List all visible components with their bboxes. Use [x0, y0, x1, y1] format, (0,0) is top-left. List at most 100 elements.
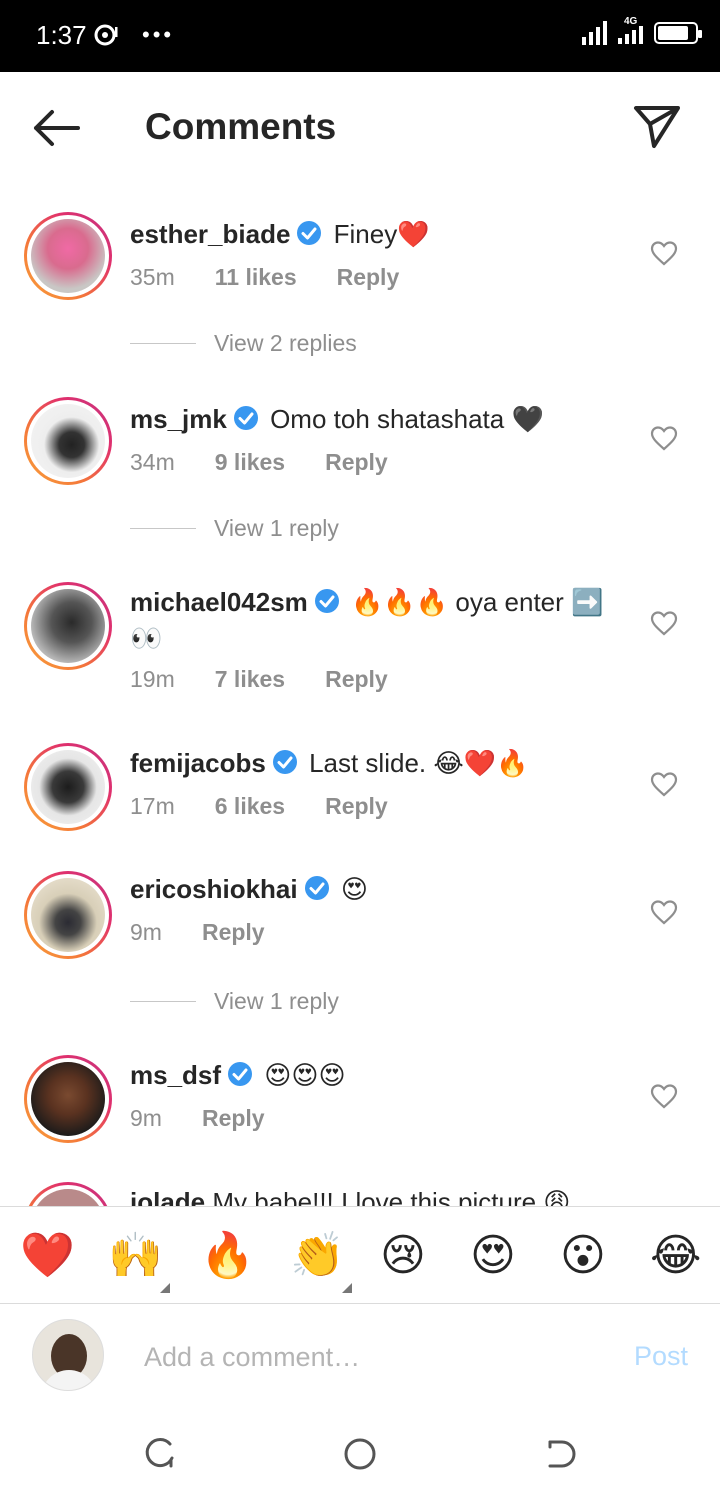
comment-body: My babe!!! I love this picture 😩	[212, 1187, 571, 1206]
emoji-heart-eyes[interactable]: 😍	[470, 1229, 516, 1283]
post-button[interactable]: Post	[634, 1341, 688, 1372]
comment-username[interactable]: michael042sm	[130, 587, 308, 617]
status-time: 1:37	[36, 20, 87, 50]
view-replies-label: View 1 reply	[214, 515, 339, 541]
avatar[interactable]	[24, 397, 112, 485]
replies-divider	[130, 1001, 196, 1002]
replies-divider	[130, 343, 196, 344]
emoji-clapping-hands[interactable]: 👏	[290, 1229, 345, 1283]
comment-username[interactable]: esther_biade	[130, 219, 290, 249]
verified-badge-icon	[233, 406, 258, 430]
comment-meta: 9m Reply	[130, 1105, 305, 1132]
comment-username[interactable]: femijacobs	[130, 748, 266, 778]
comment-likes[interactable]: 11 likes	[215, 264, 297, 291]
comment-username[interactable]: ms_dsf	[130, 1060, 221, 1090]
reply-button[interactable]: Reply	[325, 449, 388, 476]
comment-meta: 35m 11 likes Reply	[130, 264, 439, 291]
verified-badge-icon	[314, 589, 339, 613]
comment-time: 19m	[130, 666, 175, 692]
comment-text-line: ms_jmk Omo toh shatashata 🖤	[130, 401, 620, 437]
view-replies-button[interactable]: View 1 reply	[130, 515, 339, 542]
back-nav-icon[interactable]	[542, 1436, 578, 1472]
reply-button[interactable]: Reply	[202, 1105, 265, 1132]
avatar[interactable]	[24, 743, 112, 831]
verified-badge-icon	[297, 221, 322, 245]
view-replies-label: View 1 reply	[214, 988, 339, 1014]
notification-icon	[94, 24, 118, 46]
comment-time: 34m	[130, 449, 175, 475]
view-replies-button[interactable]: View 2 replies	[130, 330, 357, 357]
comment-username[interactable]: iolade	[130, 1187, 205, 1206]
like-heart-icon[interactable]	[650, 771, 678, 797]
comment-time: 9m	[130, 919, 162, 945]
comment-likes[interactable]: 6 likes	[215, 793, 285, 820]
view-replies-button[interactable]: View 1 reply	[130, 988, 339, 1015]
battery-icon	[654, 22, 702, 44]
comment-body: Finey❤️	[333, 219, 430, 249]
comment-input[interactable]	[144, 1335, 564, 1379]
comment-time: 9m	[130, 1105, 162, 1131]
comment-time: 35m	[130, 264, 175, 290]
recent-apps-icon[interactable]	[142, 1436, 178, 1472]
reply-button[interactable]: Reply	[337, 264, 400, 291]
quick-reaction-bar: ❤️ 🙌 🔥 👏 😢 😍 😮 😂	[0, 1206, 720, 1304]
like-heart-icon[interactable]	[650, 1083, 678, 1109]
avatar[interactable]	[24, 871, 112, 959]
verified-badge-icon	[304, 876, 329, 900]
system-nav-bar	[0, 1410, 720, 1500]
emoji-surprised[interactable]: 😮	[560, 1229, 606, 1283]
status-left-icons: •••	[92, 22, 174, 48]
comment-text-line: michael042sm 🔥🔥🔥 oya enter ➡️👀	[130, 584, 620, 656]
emoji-crying-face[interactable]: 😢	[380, 1229, 426, 1283]
comment-likes[interactable]: 9 likes	[215, 449, 285, 476]
status-right-icons: 4G	[582, 16, 702, 46]
emoji-fire[interactable]: 🔥	[200, 1229, 255, 1283]
emoji-tears-of-joy[interactable]: 😂	[650, 1229, 701, 1283]
avatar[interactable]	[24, 1055, 112, 1143]
signal-4g-icon: 4G	[618, 16, 644, 46]
page-title: Comments	[145, 106, 337, 147]
current-user-avatar	[32, 1319, 104, 1391]
comment-likes[interactable]: 7 likes	[215, 666, 285, 693]
skin-tone-caret-icon	[342, 1283, 352, 1293]
comment-text-line: esther_biade Finey❤️	[130, 216, 620, 252]
skin-tone-caret-icon	[160, 1283, 170, 1293]
like-heart-icon[interactable]	[650, 899, 678, 925]
comment-text-line: ms_dsf 😍😍😍	[130, 1057, 620, 1093]
comment-meta: 19m 7 likes Reply	[130, 666, 428, 693]
comment-time: 17m	[130, 793, 175, 819]
comment-meta: 17m 6 likes Reply	[130, 793, 428, 820]
like-heart-icon[interactable]	[650, 610, 678, 636]
home-icon[interactable]	[342, 1436, 378, 1472]
like-heart-icon[interactable]	[650, 240, 678, 266]
replies-divider	[130, 528, 196, 529]
share-button[interactable]	[632, 102, 682, 152]
avatar[interactable]	[24, 1182, 112, 1206]
comment-username[interactable]: ericoshiokhai	[130, 874, 298, 904]
comment-body: 😍😍😍	[264, 1060, 346, 1090]
comments-header: Comments	[0, 72, 720, 182]
comment-text-line: femijacobs Last slide. 😂❤️🔥	[130, 745, 620, 781]
comment-meta: 9m Reply	[130, 919, 305, 946]
comment-body: Omo toh shatashata 🖤	[270, 404, 544, 434]
signal-icon	[582, 21, 607, 45]
comment-username[interactable]: ms_jmk	[130, 404, 227, 434]
comment-meta: 34m 9 likes Reply	[130, 449, 428, 476]
comments-list[interactable]: esther_biade Finey❤️ 35m 11 likes Reply …	[0, 190, 720, 1206]
emoji-raising-hands[interactable]: 🙌	[108, 1229, 163, 1283]
reply-button[interactable]: Reply	[202, 919, 265, 946]
avatar[interactable]	[24, 212, 112, 300]
verified-badge-icon	[272, 750, 297, 774]
comment-text-line: iolade My babe!!! I love this picture 😩	[130, 1184, 620, 1206]
avatar[interactable]	[24, 582, 112, 670]
comment-body: Last slide. 😂❤️🔥	[309, 748, 529, 778]
more-notifications-icon: •••	[142, 22, 175, 47]
verified-badge-icon	[228, 1062, 253, 1086]
like-heart-icon[interactable]	[650, 425, 678, 451]
comment-body: 😍	[340, 874, 368, 904]
view-replies-label: View 2 replies	[214, 330, 357, 356]
reply-button[interactable]: Reply	[325, 666, 388, 693]
emoji-heart[interactable]: ❤️	[20, 1229, 75, 1283]
back-button[interactable]	[32, 108, 82, 148]
reply-button[interactable]: Reply	[325, 793, 388, 820]
